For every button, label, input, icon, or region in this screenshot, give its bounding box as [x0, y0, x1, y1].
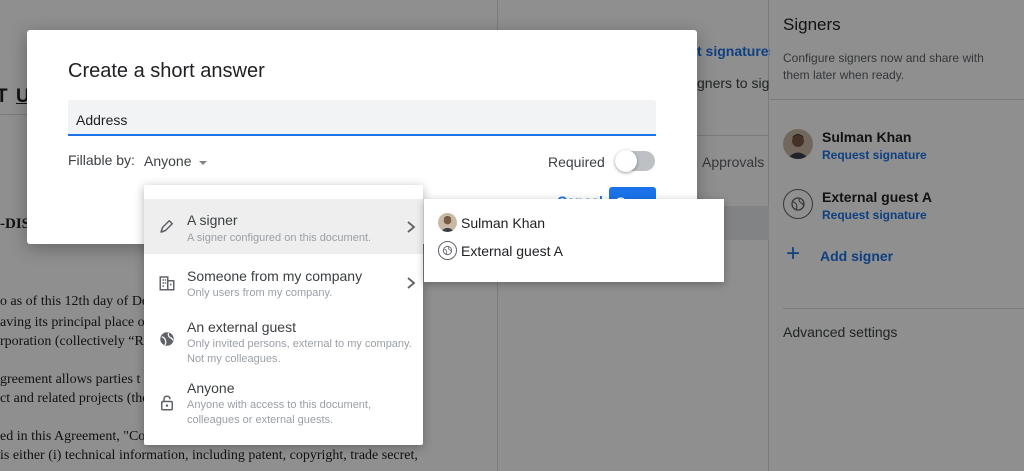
answer-field	[68, 100, 656, 136]
required-label: Required	[548, 154, 605, 170]
menu-item-anyone[interactable]: Anyone Anyone with access to this docume…	[144, 369, 423, 435]
menu-item-description: A signer configured on this document.	[187, 232, 372, 244]
signer-submenu: Sulman Khan External guest A	[424, 199, 724, 282]
fillable-by-value: Anyone	[144, 153, 192, 169]
avatar	[438, 213, 457, 232]
submenu-item-name: External guest A	[461, 243, 563, 259]
menu-item-external-guest[interactable]: An external guest Only invited persons, …	[144, 307, 423, 369]
submenu-item-external-guest-a[interactable]: External guest A	[424, 237, 724, 265]
dialog-title: Create a short answer	[68, 60, 265, 82]
fillable-by-label: Fillable by:	[68, 152, 135, 168]
submenu-item-sulman-khan[interactable]: Sulman Khan	[424, 209, 724, 237]
menu-item-title: Anyone	[187, 380, 235, 396]
menu-item-description: Only invited persons, external to my com…	[187, 338, 412, 365]
menu-item-title: A signer	[187, 212, 238, 228]
fillable-by-select[interactable]: Anyone	[144, 150, 208, 172]
menu-item-description: Anyone with access to this document, col…	[187, 399, 372, 426]
menu-item-title: An external guest	[187, 319, 296, 335]
pen-icon	[156, 215, 178, 237]
submenu-item-name: Sulman Khan	[461, 215, 546, 231]
required-toggle[interactable]	[615, 150, 655, 172]
chevron-right-icon	[407, 221, 416, 233]
toggle-knob	[615, 150, 637, 172]
building-icon	[156, 272, 178, 294]
chevron-down-icon	[199, 160, 208, 165]
chevron-right-icon	[407, 277, 416, 289]
menu-item-description: Only users from my company.	[187, 287, 333, 299]
menu-item-title: Someone from my company	[187, 268, 363, 284]
globe-icon	[156, 328, 178, 350]
answer-input[interactable]	[68, 100, 656, 134]
lock-icon	[156, 392, 178, 414]
globe-icon	[438, 241, 457, 260]
menu-item-a-signer[interactable]: A signer A signer configured on this doc…	[144, 199, 423, 254]
fillable-by-menu: A signer A signer configured on this doc…	[144, 185, 423, 445]
menu-item-company[interactable]: Someone from my company Only users from …	[144, 254, 423, 307]
